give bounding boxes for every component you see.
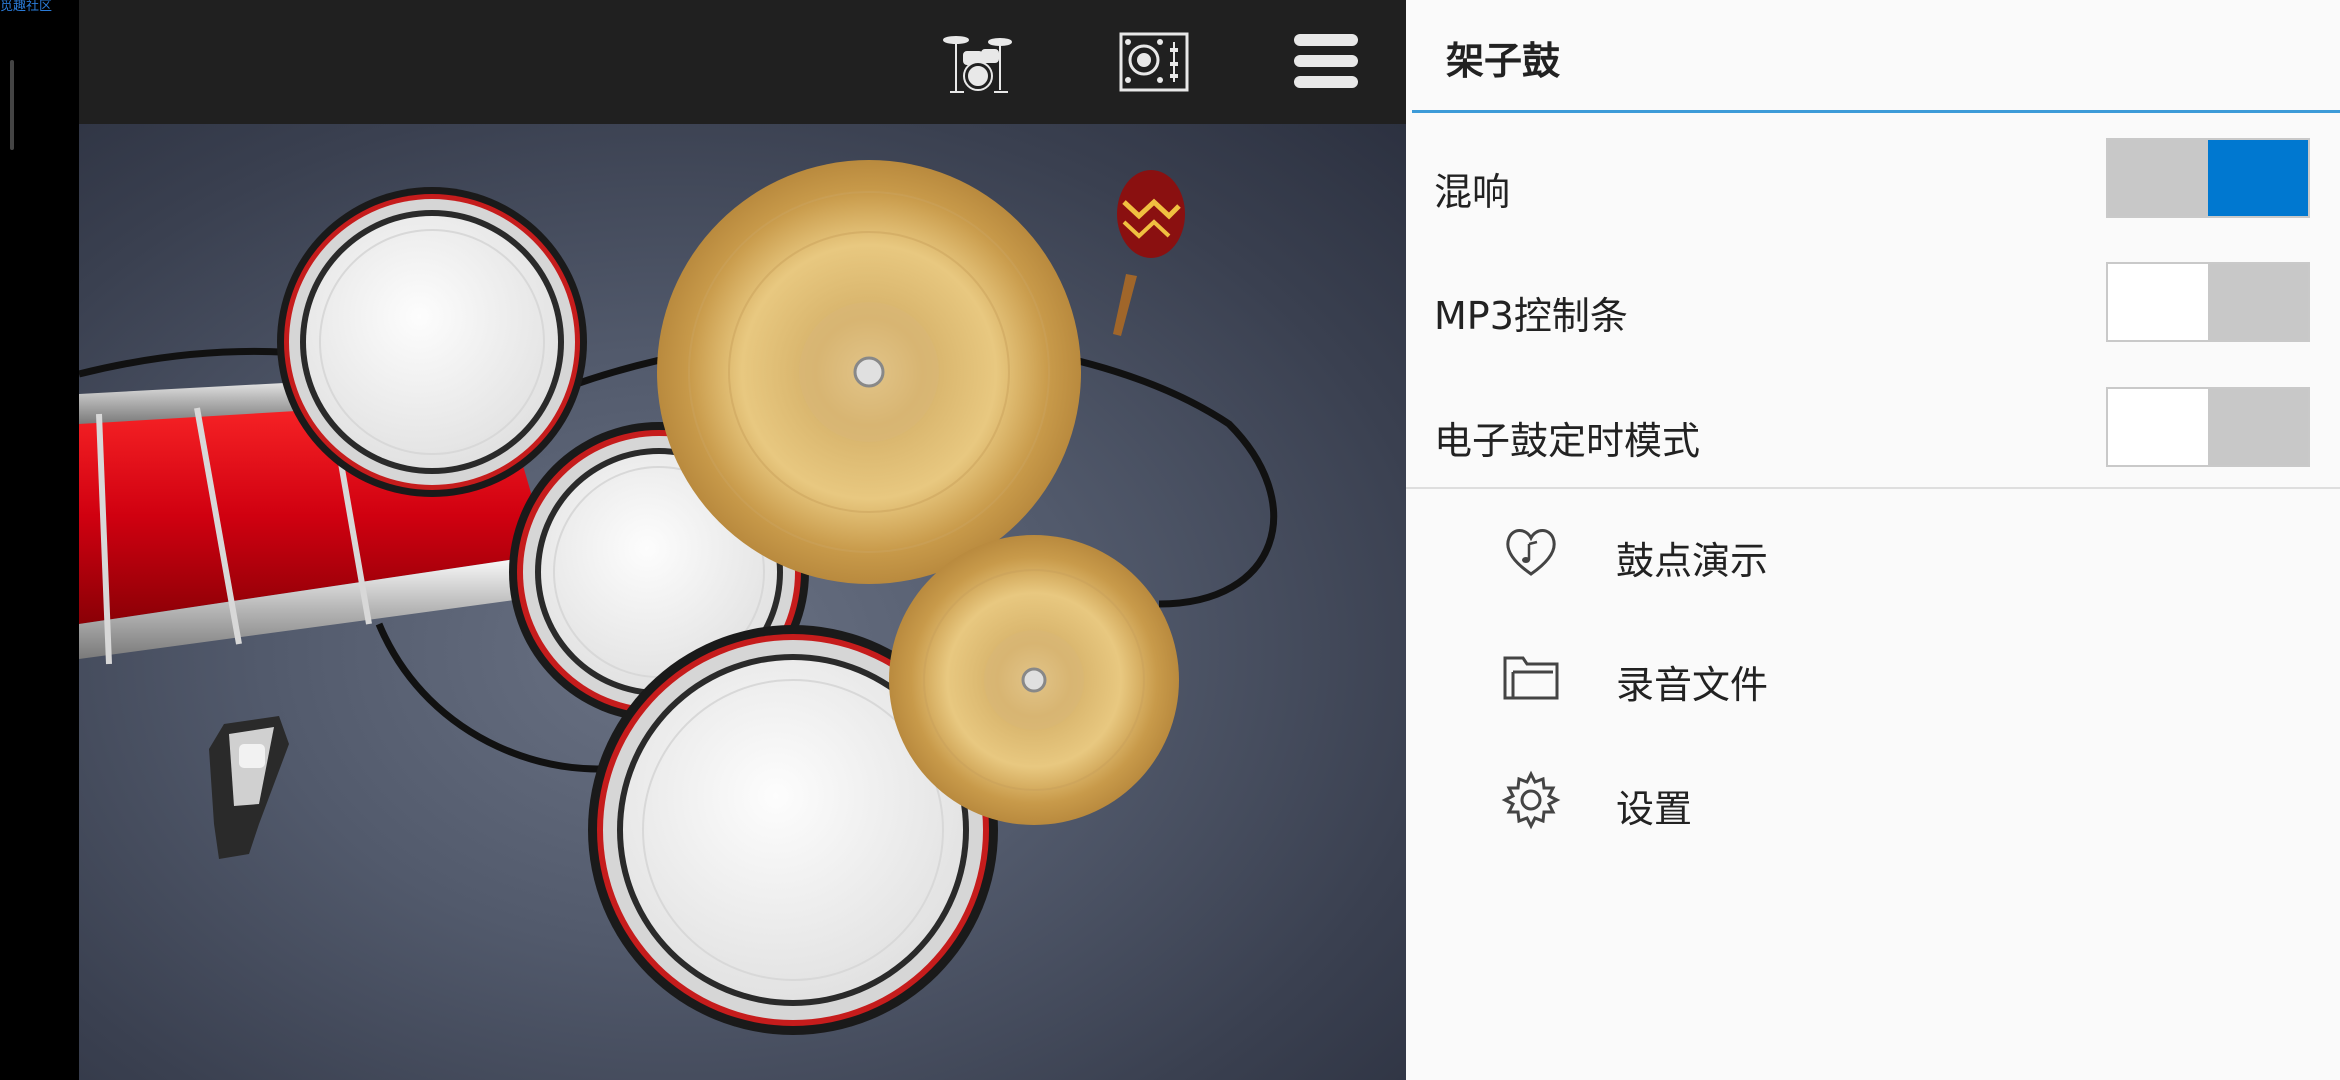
edge-handle[interactable]: [10, 60, 14, 150]
hamburger-menu-icon[interactable]: [1292, 28, 1360, 100]
kick-pedal[interactable]: [209, 716, 289, 859]
setting-label: MP3控制条: [1434, 294, 1628, 338]
menu-label: 鼓点演示: [1616, 539, 1769, 583]
setting-row-reverb: 混响: [1406, 125, 2340, 249]
maraca[interactable]: [1113, 170, 1185, 336]
setting-label: 混响: [1434, 170, 1511, 214]
toolbar: [79, 0, 1406, 124]
menu-item-drum-demo[interactable]: 鼓点演示: [1406, 490, 2340, 614]
drum-kit-icon[interactable]: [942, 28, 1014, 100]
reverb-toggle[interactable]: [2106, 138, 2310, 218]
heart-music-icon: [1501, 522, 1561, 582]
menu-label: 录音文件: [1616, 663, 1769, 707]
divider: [1406, 487, 2340, 489]
setting-label: 电子鼓定时模式: [1434, 419, 1701, 463]
gear-icon: [1501, 770, 1561, 830]
timer-mode-toggle[interactable]: [2106, 387, 2310, 467]
settings-panel: 架子鼓 混响 MP3控制条 电子鼓定时模式 鼓点演示 录音文件 设置: [1406, 0, 2340, 1080]
folder-icon: [1501, 646, 1561, 706]
left-edge-strip: 觅趣社区: [0, 0, 79, 1080]
hi-hat-cymbal[interactable]: [889, 535, 1179, 825]
mixer-icon[interactable]: [1118, 28, 1190, 100]
drum-stage: [79, 0, 1406, 1080]
setting-row-timer-mode: 电子鼓定时模式: [1406, 374, 2340, 498]
mp3-bar-toggle[interactable]: [2106, 262, 2310, 342]
title-underline: [1412, 110, 2340, 113]
menu-item-settings[interactable]: 设置: [1406, 738, 2340, 862]
watermark-text: 觅趣社区: [0, 0, 53, 14]
setting-row-mp3-bar: MP3控制条: [1406, 249, 2340, 373]
menu-label: 设置: [1616, 787, 1693, 831]
menu-item-recordings[interactable]: 录音文件: [1406, 614, 2340, 738]
small-tom[interactable]: [277, 187, 587, 497]
drum-kit-area: [79, 124, 1406, 1080]
panel-title: 架子鼓: [1446, 39, 1561, 83]
crash-cymbal[interactable]: [657, 160, 1081, 584]
